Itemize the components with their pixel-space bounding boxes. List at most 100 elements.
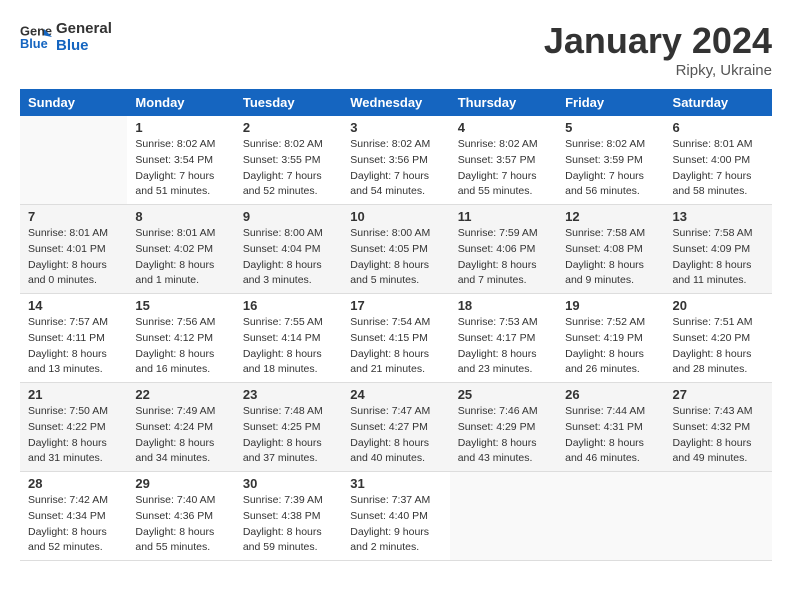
day-detail: Sunrise: 7:52 AMSunset: 4:19 PMDaylight:… xyxy=(565,315,656,378)
day-number: 23 xyxy=(243,387,334,402)
day-number: 22 xyxy=(135,387,226,402)
title-section: January 2024 Ripky, Ukraine xyxy=(544,20,772,79)
calendar-cell xyxy=(557,472,664,561)
day-number: 9 xyxy=(243,209,334,224)
day-detail: Sunrise: 7:48 AMSunset: 4:25 PMDaylight:… xyxy=(243,404,334,467)
day-number: 24 xyxy=(350,387,441,402)
calendar-cell: 8 Sunrise: 8:01 AMSunset: 4:02 PMDaylight… xyxy=(127,205,234,294)
calendar-cell: 1 Sunrise: 8:02 AMSunset: 3:54 PMDaylight… xyxy=(127,116,234,205)
day-detail: Sunrise: 7:55 AMSunset: 4:14 PMDaylight:… xyxy=(243,315,334,378)
day-detail: Sunrise: 7:37 AMSunset: 4:40 PMDaylight:… xyxy=(350,493,441,556)
day-number: 25 xyxy=(458,387,549,402)
calendar-cell: 11 Sunrise: 7:59 AMSunset: 4:06 PMDayligh… xyxy=(450,205,557,294)
day-number: 29 xyxy=(135,476,226,491)
day-detail: Sunrise: 7:44 AMSunset: 4:31 PMDaylight:… xyxy=(565,404,656,467)
day-number: 27 xyxy=(673,387,764,402)
calendar-cell: 9 Sunrise: 8:00 AMSunset: 4:04 PMDaylight… xyxy=(235,205,342,294)
day-number: 28 xyxy=(28,476,119,491)
day-number: 4 xyxy=(458,120,549,135)
day-detail: Sunrise: 8:01 AMSunset: 4:00 PMDaylight:… xyxy=(673,137,764,200)
day-number: 1 xyxy=(135,120,226,135)
day-detail: Sunrise: 8:02 AMSunset: 3:59 PMDaylight:… xyxy=(565,137,656,200)
day-detail: Sunrise: 7:59 AMSunset: 4:06 PMDaylight:… xyxy=(458,226,549,289)
day-detail: Sunrise: 7:51 AMSunset: 4:20 PMDaylight:… xyxy=(673,315,764,378)
col-monday: Monday xyxy=(127,89,234,116)
day-detail: Sunrise: 7:50 AMSunset: 4:22 PMDaylight:… xyxy=(28,404,119,467)
calendar-cell: 14Sunrise: 7:57 AMSunset: 4:11 PMDayligh… xyxy=(20,294,127,383)
calendar-cell: 22Sunrise: 7:49 AMSunset: 4:24 PMDayligh… xyxy=(127,383,234,472)
day-detail: Sunrise: 7:58 AMSunset: 4:08 PMDaylight:… xyxy=(565,226,656,289)
day-detail: Sunrise: 7:57 AMSunset: 4:11 PMDaylight:… xyxy=(28,315,119,378)
day-number: 10 xyxy=(350,209,441,224)
day-detail: Sunrise: 8:01 AMSunset: 4:01 PMDaylight:… xyxy=(28,226,119,289)
calendar-cell: 30Sunrise: 7:39 AMSunset: 4:38 PMDayligh… xyxy=(235,472,342,561)
calendar-cell: 29 Sunrise: 7:40 AMSunset: 4:36 PMDayligh… xyxy=(127,472,234,561)
day-detail: Sunrise: 8:02 AMSunset: 3:54 PMDaylight:… xyxy=(135,137,226,200)
calendar-cell: 10 Sunrise: 8:00 AMSunset: 4:05 PMDayligh… xyxy=(342,205,449,294)
calendar-cell: 2 Sunrise: 8:02 AMSunset: 3:55 PMDaylight… xyxy=(235,116,342,205)
calendar-cell: 26 Sunrise: 7:44 AMSunset: 4:31 PMDayligh… xyxy=(557,383,664,472)
col-thursday: Thursday xyxy=(450,89,557,116)
day-number: 7 xyxy=(28,209,119,224)
logo-icon: General Blue xyxy=(20,21,52,53)
day-number: 20 xyxy=(673,298,764,313)
calendar-cell: 12 Sunrise: 7:58 AMSunset: 4:08 PMDayligh… xyxy=(557,205,664,294)
day-detail: Sunrise: 7:40 AMSunset: 4:36 PMDaylight:… xyxy=(135,493,226,556)
day-number: 13 xyxy=(673,209,764,224)
day-number: 19 xyxy=(565,298,656,313)
calendar-cell: 4 Sunrise: 8:02 AMSunset: 3:57 PMDaylight… xyxy=(450,116,557,205)
day-number: 6 xyxy=(673,120,764,135)
day-detail: Sunrise: 8:02 AMSunset: 3:55 PMDaylight:… xyxy=(243,137,334,200)
calendar-cell: 27Sunrise: 7:43 AMSunset: 4:32 PMDayligh… xyxy=(665,383,772,472)
day-number: 17 xyxy=(350,298,441,313)
day-number: 8 xyxy=(135,209,226,224)
day-number: 16 xyxy=(243,298,334,313)
day-number: 26 xyxy=(565,387,656,402)
month-year: January 2024 xyxy=(544,20,772,62)
calendar-week-row-5: 28 Sunrise: 7:42 AMSunset: 4:34 PMDayligh… xyxy=(20,472,772,561)
calendar-cell: 13Sunrise: 7:58 AMSunset: 4:09 PMDayligh… xyxy=(665,205,772,294)
calendar-cell: 21 Sunrise: 7:50 AMSunset: 4:22 PMDayligh… xyxy=(20,383,127,472)
col-wednesday: Wednesday xyxy=(342,89,449,116)
calendar-cell: 25Sunrise: 7:46 AMSunset: 4:29 PMDayligh… xyxy=(450,383,557,472)
day-detail: Sunrise: 8:00 AMSunset: 4:04 PMDaylight:… xyxy=(243,226,334,289)
calendar-cell xyxy=(665,472,772,561)
col-sunday: Sunday xyxy=(20,89,127,116)
day-detail: Sunrise: 7:39 AMSunset: 4:38 PMDaylight:… xyxy=(243,493,334,556)
calendar-week-row-2: 7 Sunrise: 8:01 AMSunset: 4:01 PMDaylight… xyxy=(20,205,772,294)
day-number: 21 xyxy=(28,387,119,402)
day-detail: Sunrise: 8:01 AMSunset: 4:02 PMDaylight:… xyxy=(135,226,226,289)
calendar-cell: 19 Sunrise: 7:52 AMSunset: 4:19 PMDayligh… xyxy=(557,294,664,383)
calendar-header-row: Sunday Monday Tuesday Wednesday Thursday… xyxy=(20,89,772,116)
day-number: 18 xyxy=(458,298,549,313)
day-detail: Sunrise: 7:42 AMSunset: 4:34 PMDaylight:… xyxy=(28,493,119,556)
calendar-cell: 18 Sunrise: 7:53 AMSunset: 4:17 PMDayligh… xyxy=(450,294,557,383)
calendar-cell: 7 Sunrise: 8:01 AMSunset: 4:01 PMDaylight… xyxy=(20,205,127,294)
day-number: 15 xyxy=(135,298,226,313)
logo: General Blue General Blue xyxy=(20,20,112,54)
day-detail: Sunrise: 7:53 AMSunset: 4:17 PMDaylight:… xyxy=(458,315,549,378)
calendar-cell xyxy=(450,472,557,561)
day-number: 11 xyxy=(458,209,549,224)
header: General Blue General Blue January 2024 R… xyxy=(20,20,772,79)
calendar-cell: 31Sunrise: 7:37 AMSunset: 4:40 PMDayligh… xyxy=(342,472,449,561)
calendar-cell: 3Sunrise: 8:02 AMSunset: 3:56 PMDaylight… xyxy=(342,116,449,205)
calendar-cell: 24 Sunrise: 7:47 AMSunset: 4:27 PMDayligh… xyxy=(342,383,449,472)
calendar-cell xyxy=(20,116,127,205)
day-number: 12 xyxy=(565,209,656,224)
location: Ripky, Ukraine xyxy=(544,62,772,79)
day-detail: Sunrise: 8:02 AMSunset: 3:57 PMDaylight:… xyxy=(458,137,549,200)
day-detail: Sunrise: 7:56 AMSunset: 4:12 PMDaylight:… xyxy=(135,315,226,378)
calendar-cell: 16 Sunrise: 7:55 AMSunset: 4:14 PMDayligh… xyxy=(235,294,342,383)
day-number: 2 xyxy=(243,120,334,135)
calendar-cell: 15 Sunrise: 7:56 AMSunset: 4:12 PMDayligh… xyxy=(127,294,234,383)
day-detail: Sunrise: 7:47 AMSunset: 4:27 PMDaylight:… xyxy=(350,404,441,467)
logo-text-blue: Blue xyxy=(56,37,112,54)
day-detail: Sunrise: 8:00 AMSunset: 4:05 PMDaylight:… xyxy=(350,226,441,289)
calendar-week-row-1: 1 Sunrise: 8:02 AMSunset: 3:54 PMDaylight… xyxy=(20,116,772,205)
day-number: 3 xyxy=(350,120,441,135)
calendar-cell: 17Sunrise: 7:54 AMSunset: 4:15 PMDayligh… xyxy=(342,294,449,383)
col-friday: Friday xyxy=(557,89,664,116)
calendar-cell: 28 Sunrise: 7:42 AMSunset: 4:34 PMDayligh… xyxy=(20,472,127,561)
calendar-cell: 20 Sunrise: 7:51 AMSunset: 4:20 PMDayligh… xyxy=(665,294,772,383)
